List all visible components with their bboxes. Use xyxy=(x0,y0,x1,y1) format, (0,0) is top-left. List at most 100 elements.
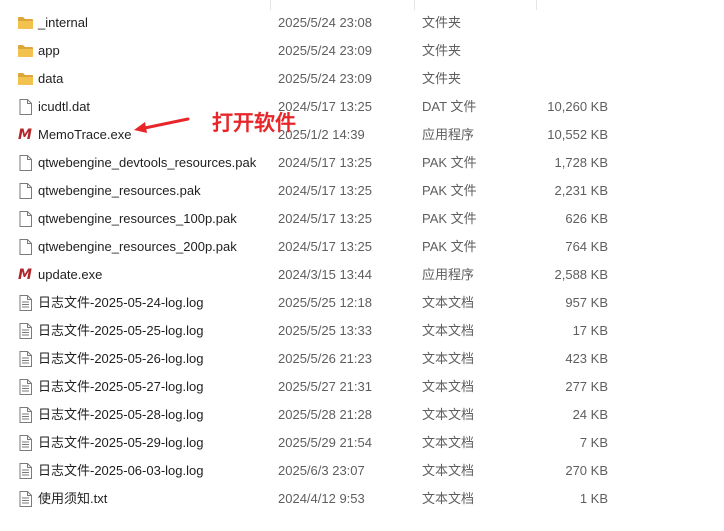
file-size: 423 KB xyxy=(565,351,608,366)
file-row[interactable]: 日志文件-2025-05-26-log.log 2025/5/26 21:23 文本… xyxy=(0,345,724,373)
file-type: 文件夹 xyxy=(422,15,462,30)
file-type: 应用程序 xyxy=(422,127,475,142)
file-name[interactable]: icudtl.dat xyxy=(38,93,90,121)
folder-icon xyxy=(16,9,34,37)
text-file-icon xyxy=(16,317,34,345)
text-file-icon xyxy=(16,345,34,373)
file-name[interactable]: qtwebengine_devtools_resources.pak xyxy=(38,149,256,177)
file-row[interactable]: 日志文件-2025-05-29-log.log 2025/5/29 21:54 文本… xyxy=(0,429,724,457)
file-size: 7 KB xyxy=(579,435,608,450)
file-icon xyxy=(16,93,34,121)
file-name[interactable]: app xyxy=(38,37,60,65)
file-date-modified: 2025/5/24 23:09 xyxy=(278,43,372,58)
file-row[interactable]: data 2025/5/24 23:09 文件夹 xyxy=(0,65,724,93)
file-date-modified: 2025/5/28 21:28 xyxy=(278,407,372,422)
file-type: 文本文档 xyxy=(422,463,475,478)
file-name[interactable]: qtwebengine_resources.pak xyxy=(38,177,201,205)
file-name[interactable]: 日志文件-2025-05-27-log.log xyxy=(38,373,203,401)
file-name[interactable]: 日志文件-2025-05-26-log.log xyxy=(38,345,203,373)
file-type: 文本文档 xyxy=(422,351,475,366)
file-row[interactable]: 使用须知.txt 2024/4/12 9:53 文本文档 1 KB xyxy=(0,485,724,513)
annotation-text: 打开软件 xyxy=(212,111,296,135)
file-type: PAK 文件 xyxy=(422,183,477,198)
file-date-modified: 2025/6/3 23:07 xyxy=(278,463,365,478)
file-row[interactable]: _internal 2025/5/24 23:08 文件夹 xyxy=(0,9,724,37)
text-file-icon xyxy=(16,401,34,429)
file-name[interactable]: 日志文件-2025-05-25-log.log xyxy=(38,317,203,345)
file-type: 文本文档 xyxy=(422,407,475,422)
file-row[interactable]: Mupdate.exe 2024/3/15 13:44 应用程序 2,588 KB xyxy=(0,261,724,289)
file-name[interactable]: 日志文件-2025-06-03-log.log xyxy=(38,457,203,485)
file-size: 10,260 KB xyxy=(547,99,608,114)
file-type: PAK 文件 xyxy=(422,239,477,254)
file-icon xyxy=(16,233,34,261)
file-date-modified: 2025/5/24 23:08 xyxy=(278,15,372,30)
file-type: 文本文档 xyxy=(422,435,475,450)
file-size: 1 KB xyxy=(579,491,608,506)
file-name[interactable]: qtwebengine_resources_200p.pak xyxy=(38,233,237,261)
arrow-left-icon xyxy=(134,117,190,133)
text-file-icon xyxy=(16,429,34,457)
file-row[interactable]: qtwebengine_resources.pak 2024/5/17 13:25… xyxy=(0,177,724,205)
file-date-modified: 2025/5/27 21:31 xyxy=(278,379,372,394)
file-row[interactable]: qtwebengine_resources_100p.pak 2024/5/17 … xyxy=(0,205,724,233)
file-icon xyxy=(16,149,34,177)
file-name[interactable]: _internal xyxy=(38,9,88,37)
file-name[interactable]: 日志文件-2025-05-24-log.log xyxy=(38,289,203,317)
file-name[interactable]: 使用须知.txt xyxy=(38,485,107,513)
file-date-modified: 2024/5/17 13:25 xyxy=(278,211,372,226)
file-name[interactable]: qtwebengine_resources_100p.pak xyxy=(38,205,237,233)
file-row[interactable]: 日志文件-2025-05-24-log.log 2025/5/25 12:18 文本… xyxy=(0,289,724,317)
file-size xyxy=(512,37,608,65)
file-type: 文件夹 xyxy=(422,71,462,86)
text-file-icon xyxy=(16,373,34,401)
file-type: 文本文档 xyxy=(422,379,475,394)
file-row[interactable]: qtwebengine_resources_200p.pak 2024/5/17 … xyxy=(0,233,724,261)
file-row[interactable]: icudtl.dat 2024/5/17 13:25 DAT 文件 10,260 KB xyxy=(0,93,724,121)
file-date-modified: 2024/3/15 13:44 xyxy=(278,267,372,282)
file-icon xyxy=(16,177,34,205)
file-date-modified: 2024/5/17 13:25 xyxy=(278,155,372,170)
text-file-icon xyxy=(16,289,34,317)
file-date-modified: 2024/5/17 13:25 xyxy=(278,183,372,198)
file-row[interactable]: 日志文件-2025-05-25-log.log 2025/5/25 13:33 文本… xyxy=(0,317,724,345)
file-size: 2,588 KB xyxy=(554,267,609,282)
file-type: PAK 文件 xyxy=(422,155,477,170)
file-row[interactable]: qtwebengine_devtools_resources.pak 2024/5… xyxy=(0,149,724,177)
app-icon: M xyxy=(18,267,32,283)
text-file-icon xyxy=(16,457,34,485)
file-row[interactable]: 日志文件-2025-05-28-log.log 2025/5/28 21:28 文本… xyxy=(0,401,724,429)
file-date-modified: 2024/4/12 9:53 xyxy=(278,491,365,506)
file-name[interactable]: 日志文件-2025-05-29-log.log xyxy=(38,429,203,457)
file-size: 2,231 KB xyxy=(554,183,609,198)
file-row[interactable]: 日志文件-2025-05-27-log.log 2025/5/27 21:31 文本… xyxy=(0,373,724,401)
file-name[interactable]: 日志文件-2025-05-28-log.log xyxy=(38,401,203,429)
file-row[interactable]: M MemoTrace.exe 2025/1/2 14:39 应用程序 10,552 K… xyxy=(0,121,724,149)
app-icon: M xyxy=(18,127,32,143)
file-size: 957 KB xyxy=(565,295,608,310)
file-type: 文本文档 xyxy=(422,295,475,310)
file-date-modified: 2025/5/25 13:33 xyxy=(278,323,372,338)
file-type: PAK 文件 xyxy=(422,211,477,226)
file-name[interactable]: MemoTrace.exe xyxy=(38,121,131,149)
file-size: 270 KB xyxy=(565,463,608,478)
file-date-modified: 2025/5/24 23:09 xyxy=(278,71,372,86)
file-type: 应用程序 xyxy=(422,267,475,282)
file-size: 17 KB xyxy=(572,323,608,338)
annotation-callout: 打开软件 xyxy=(132,104,332,144)
file-type: 文本文档 xyxy=(422,323,475,338)
file-size: 277 KB xyxy=(565,379,608,394)
file-date-modified: 2024/5/17 13:25 xyxy=(278,239,372,254)
file-icon xyxy=(16,205,34,233)
file-size: 764 KB xyxy=(565,239,608,254)
file-date-modified: 2025/5/29 21:54 xyxy=(278,435,372,450)
file-date-modified: 2025/5/26 21:23 xyxy=(278,351,372,366)
file-size: 626 KB xyxy=(565,211,608,226)
file-row[interactable]: 日志文件-2025-06-03-log.log 2025/6/3 23:07 文本文… xyxy=(0,457,724,485)
file-row[interactable]: app 2025/5/24 23:09 文件夹 xyxy=(0,37,724,65)
file-size: 10,552 KB xyxy=(547,127,608,142)
file-type: 文件夹 xyxy=(422,43,462,58)
file-name[interactable]: data xyxy=(38,65,63,93)
folder-icon xyxy=(16,37,34,65)
file-name[interactable]: update.exe xyxy=(38,261,102,289)
